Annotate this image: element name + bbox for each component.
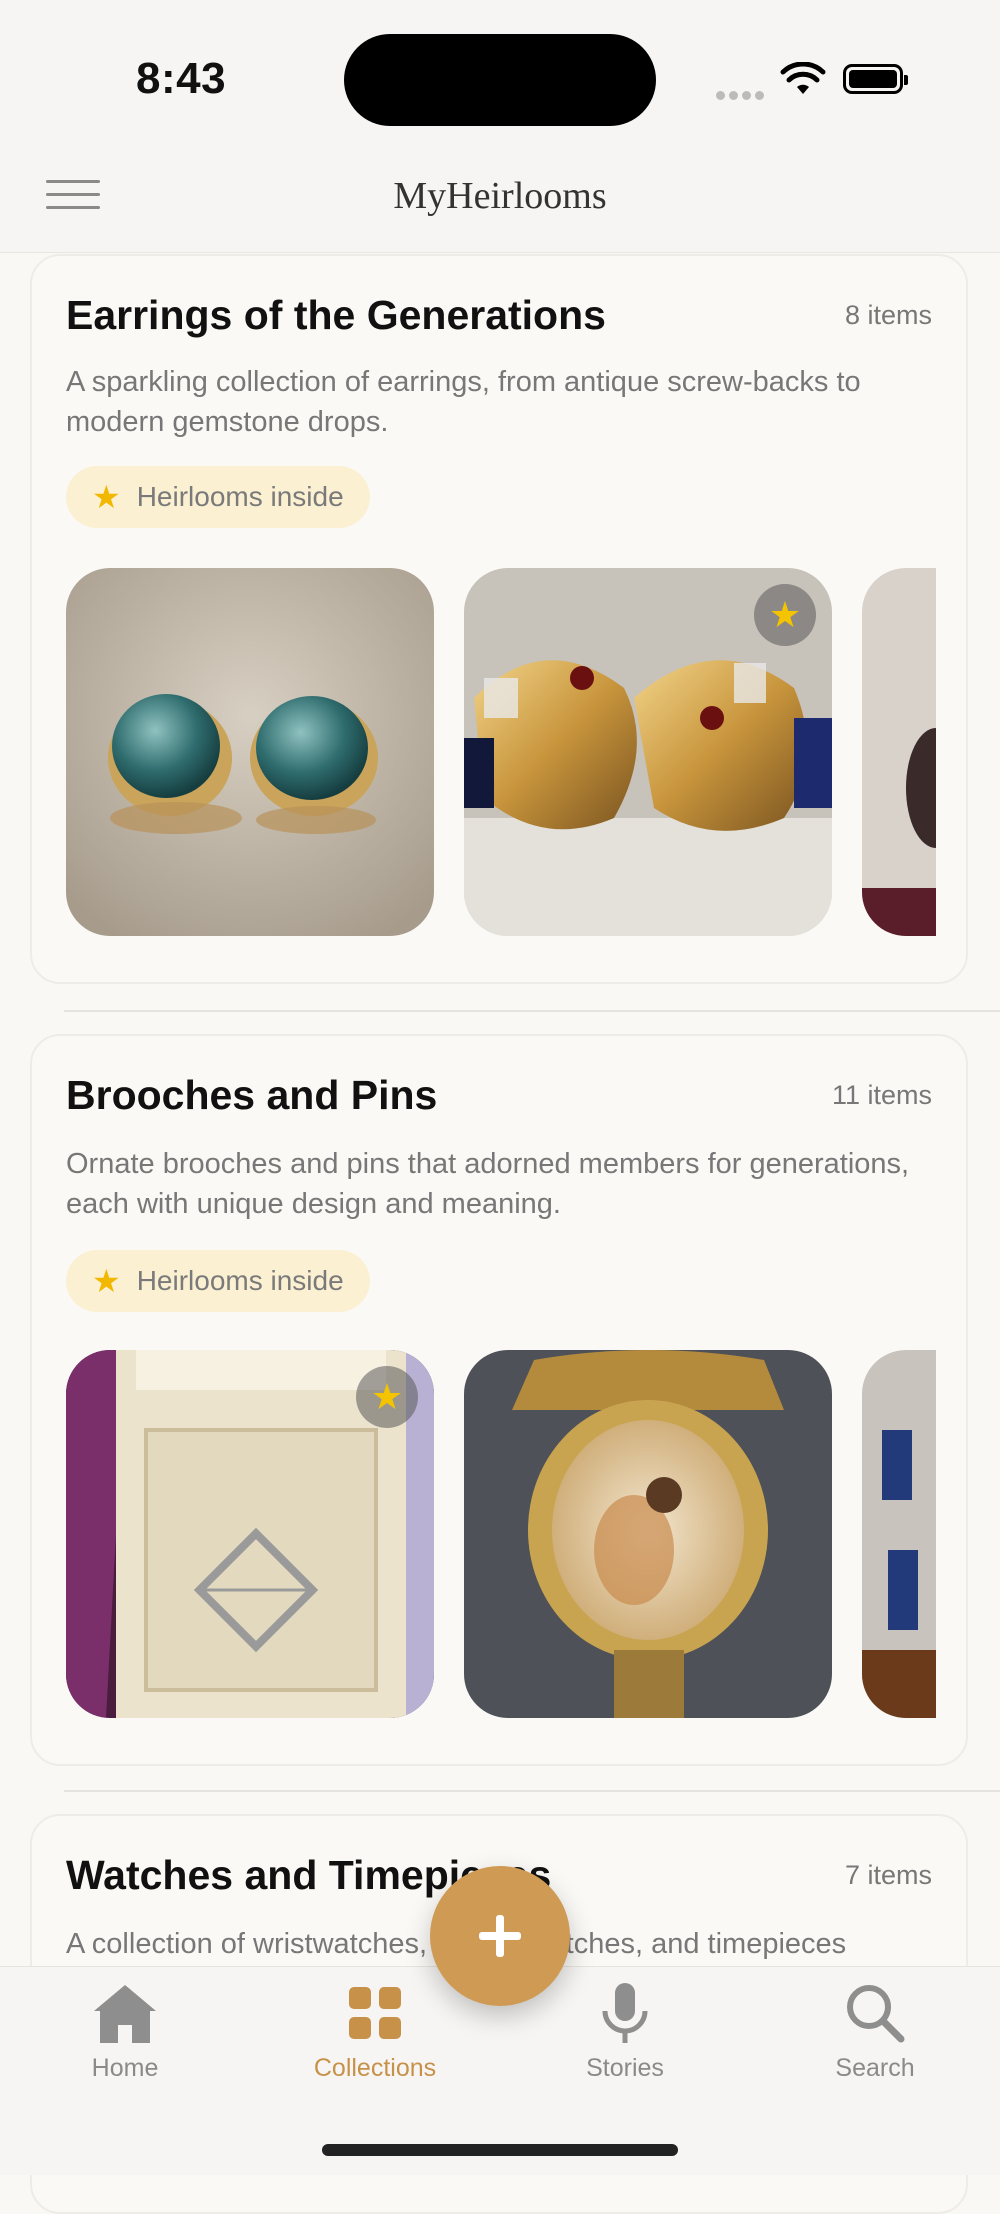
heirloom-badge: ★ Heirlooms inside (66, 1250, 370, 1312)
wifi-icon (780, 62, 826, 94)
status-bar: 8:43 (0, 0, 1000, 160)
microphone-icon (602, 1983, 648, 2043)
partial-photo (862, 1350, 936, 1718)
collection-item-count: 11 items (831, 1080, 932, 1110)
battery-icon (843, 64, 908, 94)
collection-description: Ornate brooches and pins that adorned me… (66, 1148, 910, 1220)
collection-card[interactable]: Brooches and Pins 11 items Ornate brooch… (30, 1034, 968, 1766)
tab-home[interactable]: Home (25, 1981, 225, 2083)
item-thumbnail[interactable] (464, 1350, 832, 1718)
cellular-signal-icon (716, 87, 768, 105)
favorite-star-icon[interactable]: ★ (754, 584, 816, 646)
star-icon: ★ (92, 479, 121, 515)
status-time: 8:43 (136, 54, 227, 103)
item-thumbnail[interactable] (862, 568, 936, 936)
tab-search[interactable]: Search (775, 1981, 975, 2083)
tab-stories[interactable]: Stories (525, 1981, 725, 2083)
section-divider (64, 1790, 1000, 1792)
page-title: MyHeirlooms (393, 175, 607, 217)
collection-title: Earrings of the Generations (66, 292, 606, 338)
grid-icon (349, 1987, 401, 2039)
collection-title: Brooches and Pins (66, 1072, 438, 1118)
collection-item-count: 8 items (844, 300, 932, 330)
plus-icon (479, 1915, 521, 1957)
item-thumbnail[interactable] (66, 568, 434, 936)
tab-label: Stories (586, 2054, 664, 2082)
heirloom-badge: ★ Heirlooms inside (66, 466, 370, 528)
earrings-photo (66, 568, 434, 936)
tab-label: Home (91, 2054, 159, 2082)
collection-item-count: 7 items (844, 1860, 932, 1890)
badge-label: Heirlooms inside (136, 481, 344, 512)
tab-collections[interactable]: Collections (275, 1981, 475, 2083)
favorite-star-icon[interactable]: ★ (356, 1366, 418, 1428)
home-icon (94, 1985, 156, 2043)
dynamic-island (344, 34, 656, 126)
collection-card[interactable]: Earrings of the Generations 8 items A sp… (30, 254, 968, 984)
cameo-brooch-photo (464, 1350, 832, 1718)
item-thumbnail[interactable]: ★ (66, 1350, 434, 1718)
search-icon (847, 1985, 905, 2043)
badge-label: Heirlooms inside (136, 1265, 344, 1296)
partial-photo (862, 568, 936, 936)
tab-label: Collections (313, 2054, 437, 2082)
home-indicator (322, 2144, 678, 2156)
item-thumbnail[interactable] (862, 1350, 936, 1718)
add-button[interactable] (430, 1866, 570, 2006)
collection-description: A sparkling collection of earrings, from… (66, 366, 861, 438)
tab-label: Search (835, 2054, 915, 2082)
nav-bar: MyHeirlooms (0, 150, 1000, 253)
item-thumbnail[interactable]: ★ (464, 568, 832, 936)
star-icon: ★ (92, 1263, 121, 1299)
section-divider (64, 1010, 1000, 1012)
